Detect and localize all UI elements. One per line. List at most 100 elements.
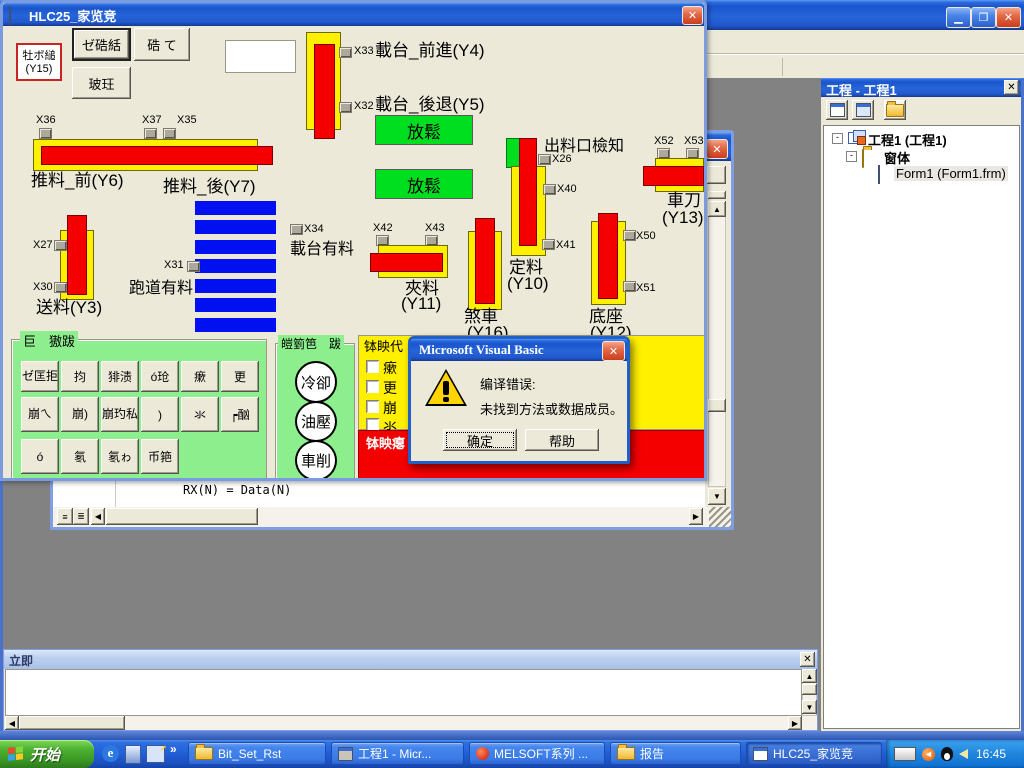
manual-button-r3c2[interactable]: 氡 [61,439,99,474]
help-button[interactable]: 帮助 [525,429,599,451]
keyboard-tray-icon[interactable] [894,747,916,761]
manual-button-r2c2[interactable]: 崩) [61,397,99,432]
code-window-close-icon[interactable]: ✕ [706,139,728,159]
code-window-restore-button[interactable] [707,166,726,184]
form-close-icon[interactable]: ✕ [682,6,703,25]
manual-button-r1c3[interactable]: 猅渍 [101,361,139,392]
cooling-button[interactable]: 冷卻 [295,361,337,403]
manual-button-r2c6[interactable]: ┍酗 [221,397,259,432]
volume-tray-icon[interactable] [959,749,968,759]
immediate-title: 立即 [9,652,33,669]
top-button-3[interactable]: 玻玨 [72,67,131,99]
hscroll-thumb[interactable] [106,508,258,525]
folder-icon [617,747,635,760]
sensor-x50-label: X50 [636,230,656,242]
manual-button-r2c4[interactable]: ) [141,397,179,432]
internet-explorer-icon[interactable]: e [102,745,119,762]
manual-button-r1c6[interactable]: 更 [221,361,259,392]
procedure-view-button[interactable]: ≣ [73,508,89,525]
mode-checkbox-1[interactable] [366,360,379,373]
track-slot-bar [195,318,276,332]
immediate-content[interactable] [5,669,802,716]
mode-check-label-2: 更 [383,378,397,398]
full-module-view-button[interactable]: ≡ [57,508,73,525]
sensor-x26-square [538,154,551,165]
qq-penguin-tray-icon[interactable] [941,747,953,761]
turning-button[interactable]: 車削 [295,440,337,481]
code-hscroll-row: ≡ ≣ ◀ ▶ [53,507,731,527]
dialog-error-line2: 未找到方法或数据成员。 [480,399,623,418]
sensor-x27-label: X27 [33,239,53,251]
manual-button-r1c2[interactable]: 抣 [61,361,99,392]
quick-launch-icon[interactable] [125,745,141,764]
manual-button-r3c4[interactable]: 币筢 [141,439,179,474]
tree-node-folder[interactable]: 窗体 [884,148,910,167]
quick-launch-chevron-icon[interactable]: » [170,742,177,756]
manual-button-r2c5[interactable]: 氺 [181,397,219,432]
taskbar-item-report[interactable]: 报告 [610,742,741,765]
scroll-left-icon[interactable]: ◀ [91,508,105,525]
immediate-close-icon[interactable]: ✕ [800,652,815,667]
top-button-2[interactable]: 硞 て [134,28,190,61]
scroll-up-icon[interactable]: ▲ [708,201,726,217]
tree-node-project[interactable]: 工程1 (工程1) [868,130,947,149]
tree-collapse-icon[interactable]: - [846,151,857,162]
manual-button-r1c4[interactable]: ó玱 [141,361,179,392]
project-panel-close-icon[interactable]: ✕ [1004,80,1019,95]
scroll-up-icon[interactable]: ▲ [802,669,817,683]
ok-button[interactable]: 确定 [443,429,517,451]
sensor-x43-label: X43 [425,222,445,234]
mode-checkbox-2[interactable] [366,380,379,393]
view-object-button[interactable] [852,100,874,120]
ide-minimize-button[interactable]: ▁ [946,7,971,28]
scroll-down-icon[interactable]: ▼ [708,488,726,505]
tree-node-form1[interactable]: Form1 (Form1.frm) [894,166,1008,181]
manual-button-r3c3[interactable]: 氡ゎ [101,439,139,474]
ide-close-button[interactable]: ✕ [996,7,1021,28]
scroll-right-icon[interactable]: ▶ [689,508,703,525]
taskbar-item-melsoft[interactable]: MELSOFT系列 ... [469,742,605,765]
manual-button-r1c1[interactable]: ゼ匡拒 [21,361,59,392]
form-titlebar: HLC25_家览竞 [3,3,704,26]
sensor-x32-square [339,102,352,113]
manual-panel: 巨 獓跋 ゼ匡拒 抣 猅渍 ó玱 瘶 更 崩ㄟ 崩) 崩玓私 ) 氺 ┍酗 ó … [11,339,267,481]
vscroll-thumb[interactable] [708,399,726,412]
label-stage: 載台有料 [290,235,354,259]
scroll-right-icon[interactable]: ▶ [788,716,802,730]
sensor-x40-square [543,184,556,195]
manual-button-r2c3[interactable]: 崩玓私 [101,397,139,432]
hydraulic-button[interactable]: 油壓 [295,401,337,442]
toggle-folders-button[interactable] [884,100,906,120]
track-slot-bar [195,298,276,312]
vscroll-thumb[interactable] [802,684,817,695]
track-slot-bar [195,220,276,234]
ide-maximize-button[interactable]: ❐ [971,7,996,28]
taskbar-item-hlc25[interactable]: HLC25_家览竞 [746,742,882,765]
resize-grip[interactable] [709,507,731,527]
motor-panel-title: 皚箌笆 跋 [278,335,344,352]
track-slot-bar [195,240,276,254]
media-tray-icon[interactable]: ◄ [922,748,935,761]
scroll-left-icon[interactable]: ◀ [5,716,19,730]
start-button[interactable]: 开始 [0,740,94,768]
sensor-x53-label: X53 [684,135,704,147]
quick-launch-mail-icon[interactable]: ➚ [146,745,165,763]
manual-button-r3c1[interactable]: ó [21,439,59,474]
taskbar-item-vb-project[interactable]: 工程1 - Micr... [331,742,464,765]
view-code-button[interactable] [826,100,848,120]
dialog-close-icon[interactable]: ✕ [602,341,625,361]
splitter-handle[interactable] [708,191,726,199]
label-track: 跑道有料 [129,274,193,298]
tree-collapse-icon[interactable]: - [832,133,843,144]
sensor-x37-label: X37 [142,114,162,126]
sensor-x31-label: X31 [164,259,184,271]
top-button-1[interactable]: ゼ硞絬 [72,28,131,61]
manual-button-r1c5[interactable]: 瘶 [181,361,219,392]
taskbar-item-bit-set-rst[interactable]: Bit_Set_Rst [188,742,326,765]
mode-checkbox-3[interactable] [366,400,379,413]
sensor-x32-label: X32 [354,100,374,112]
sensor-x51-label: X51 [636,282,656,294]
hscroll-thumb[interactable] [19,716,125,730]
scroll-down-icon[interactable]: ▼ [802,700,817,714]
manual-button-r2c1[interactable]: 崩ㄟ [21,397,59,432]
